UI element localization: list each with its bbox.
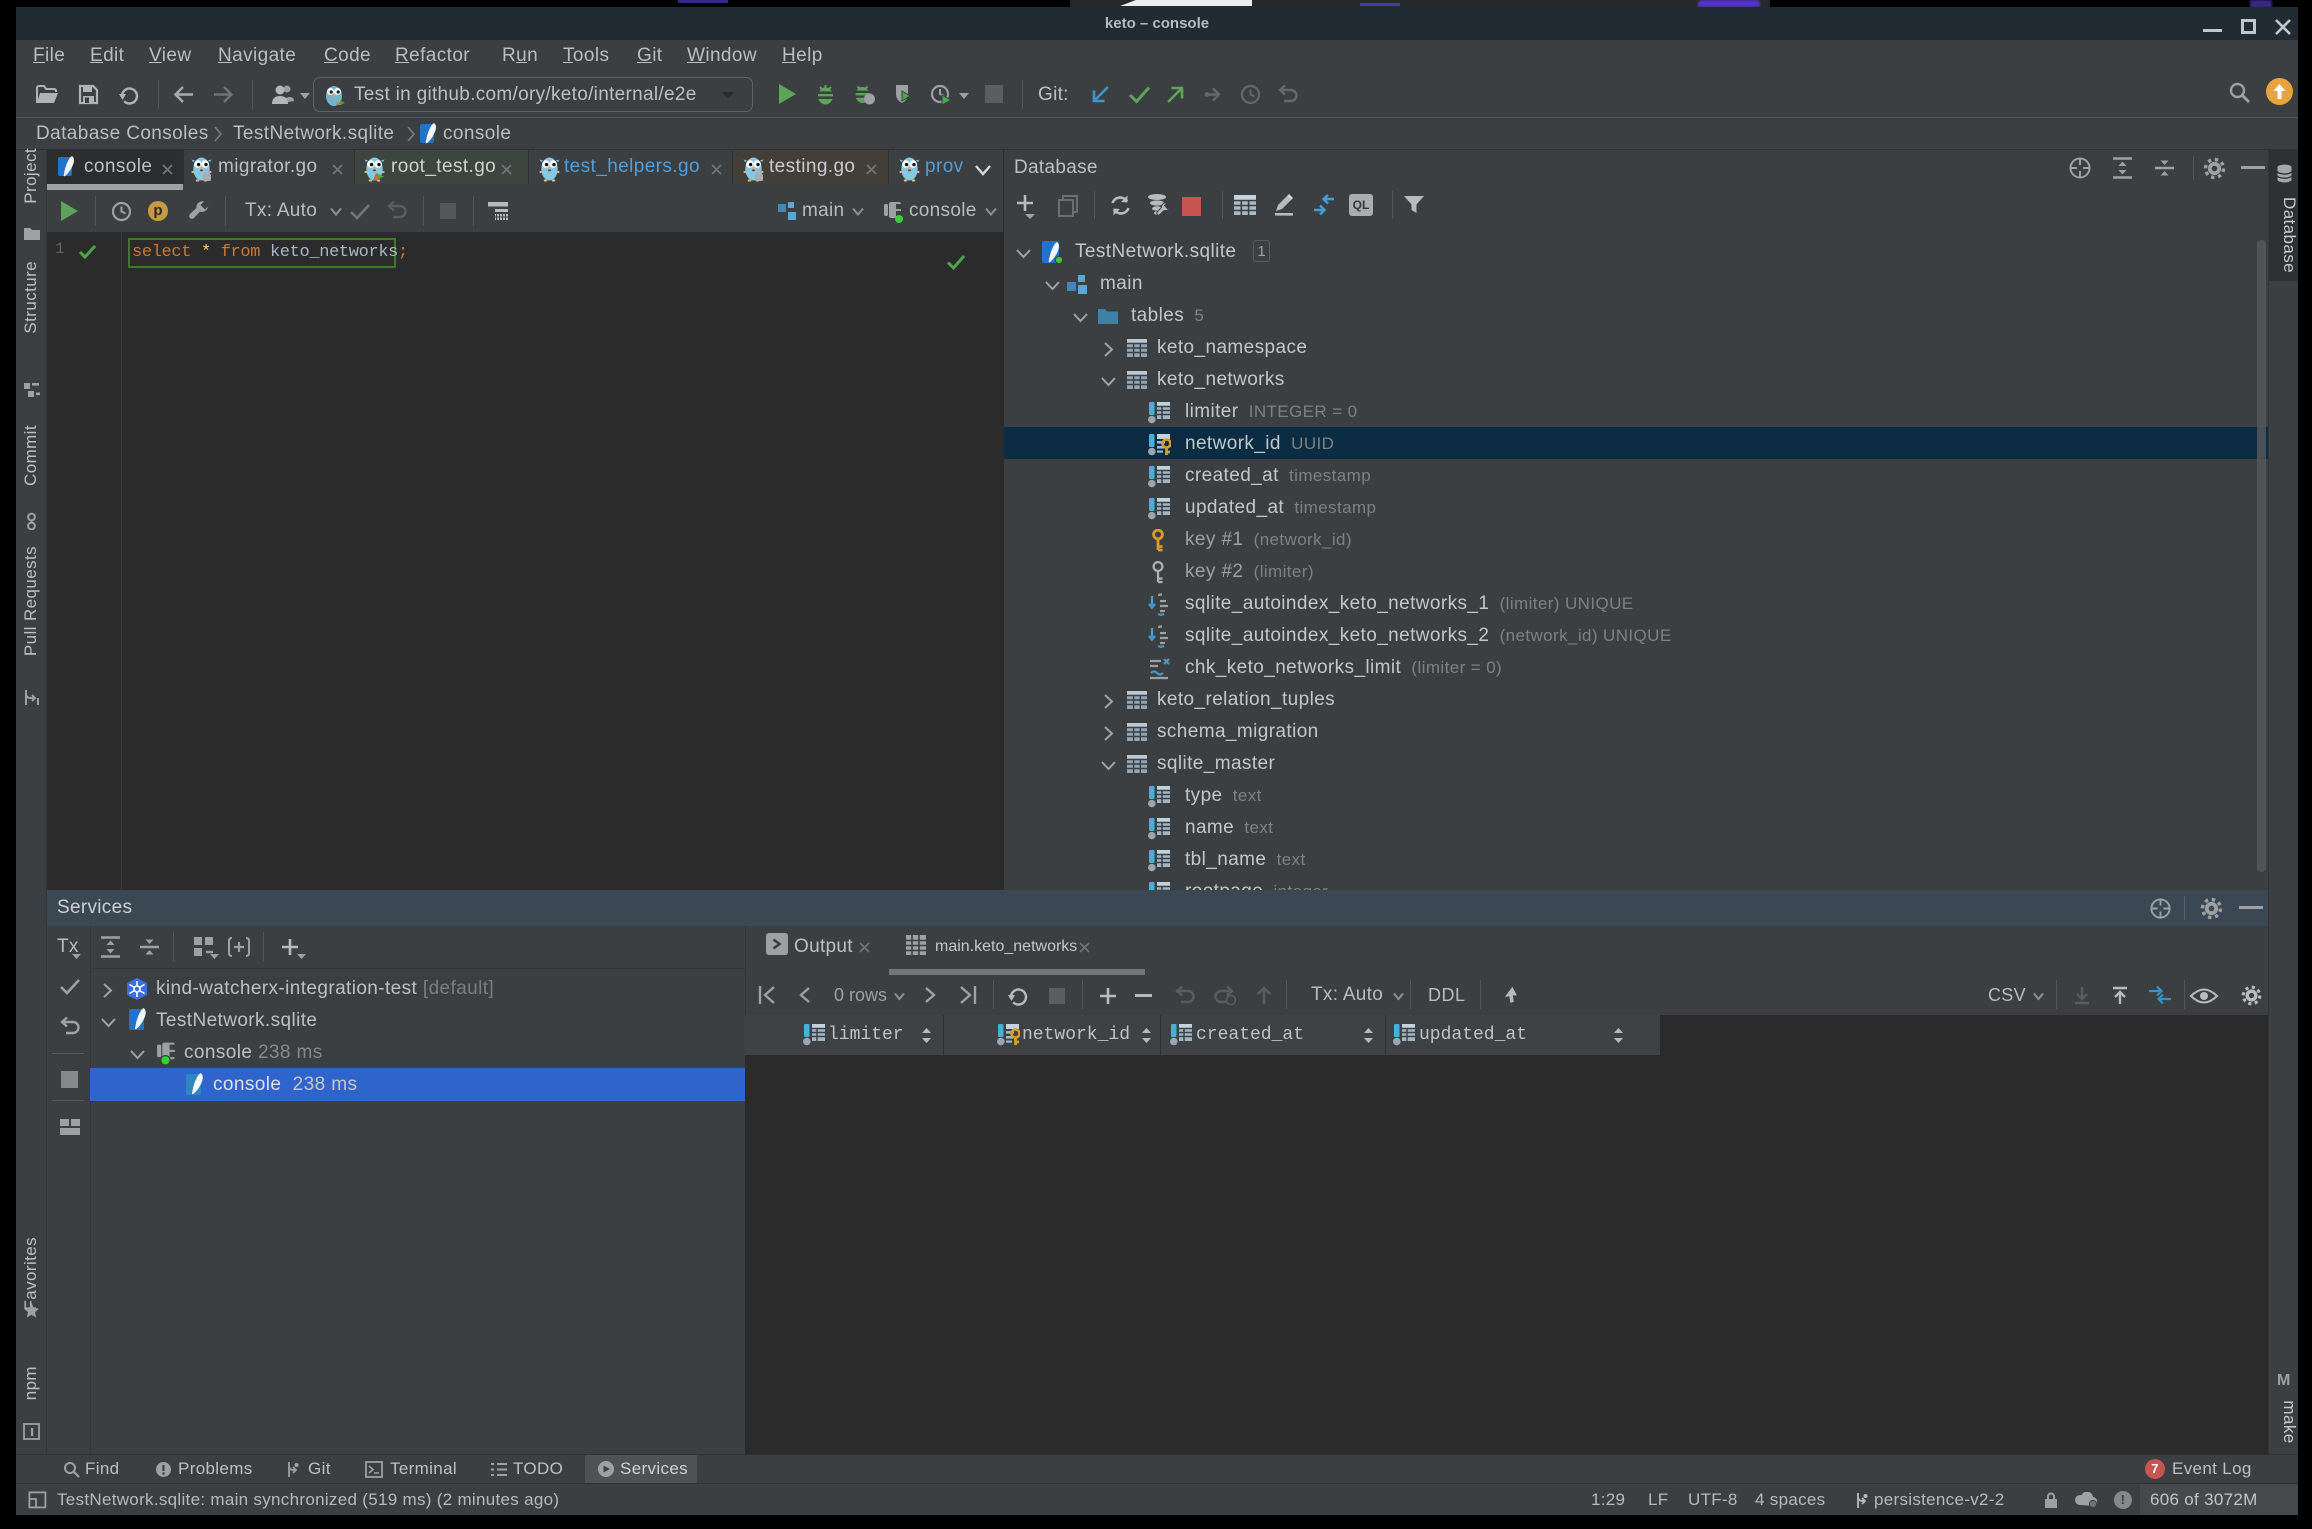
svg-text:make: make [2280, 1400, 2298, 1443]
svg-text:Database: Database [2280, 197, 2298, 273]
